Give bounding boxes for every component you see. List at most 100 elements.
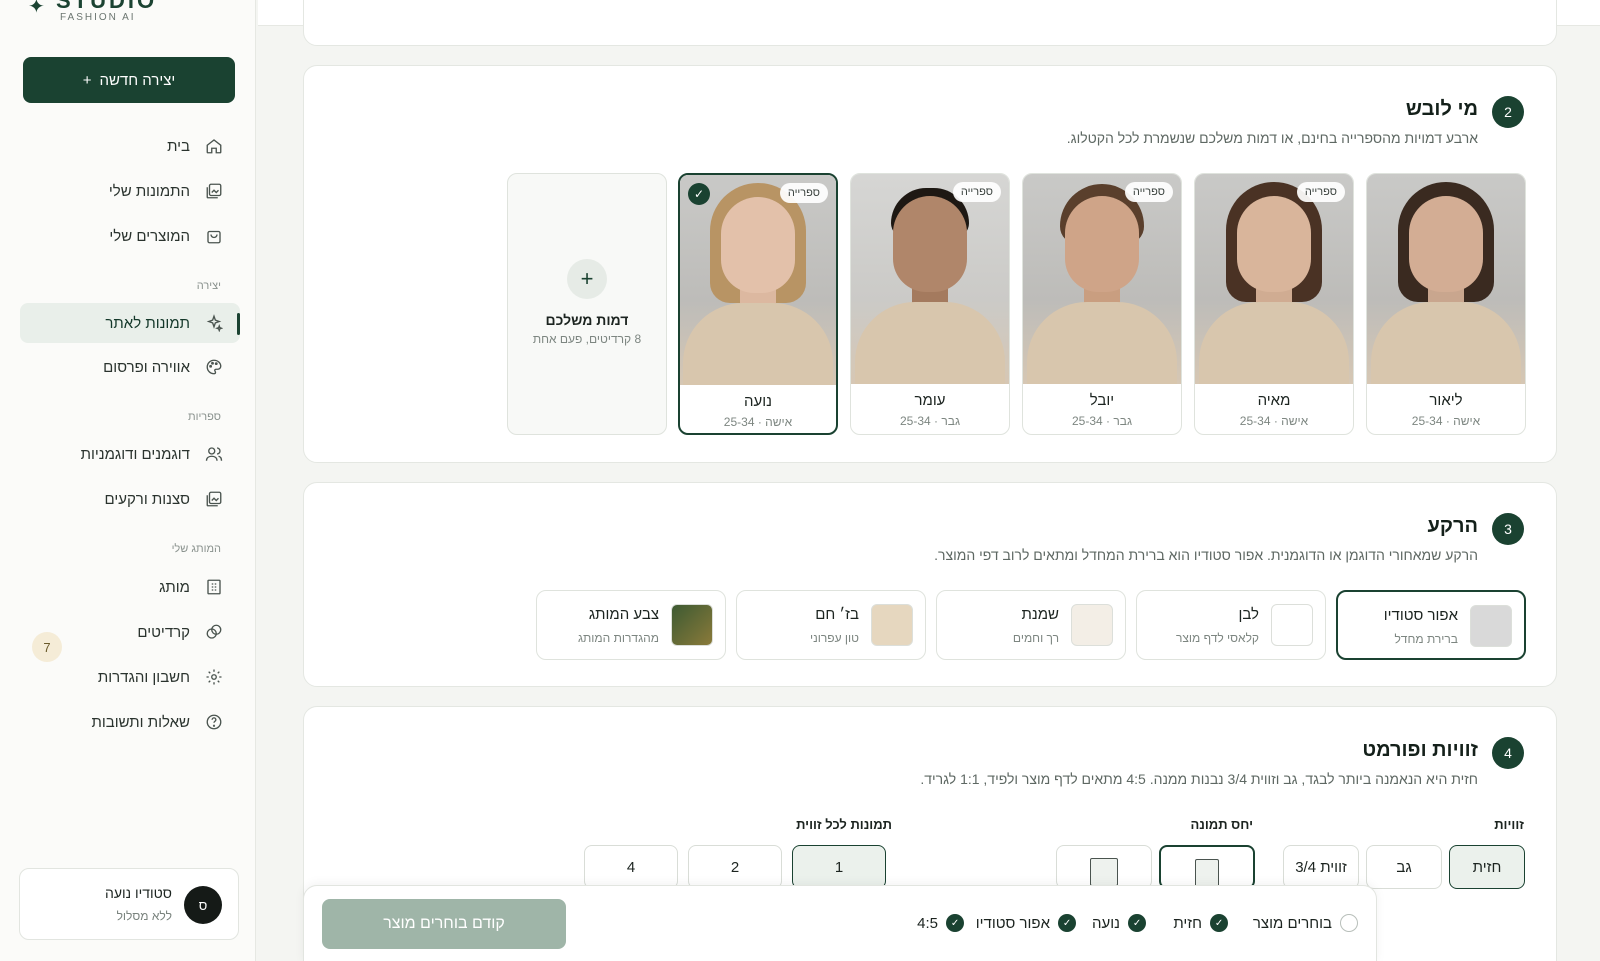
bg-option-cream[interactable]: שמנת רך וחמים <box>936 590 1126 660</box>
step-number: 4 <box>1492 737 1524 769</box>
angle-back-button[interactable]: גב <box>1366 845 1442 889</box>
check-icon: ✓ <box>946 914 964 932</box>
plus-icon: + <box>82 71 92 89</box>
section-create: יצירה <box>196 280 221 292</box>
face-shape <box>893 196 967 292</box>
ratio-4-5-button[interactable] <box>1159 845 1255 889</box>
model-name: מאיה <box>1257 392 1291 409</box>
step-number: 3 <box>1492 513 1524 545</box>
bg-name: שמנת <box>1021 606 1059 623</box>
plus-icon: + <box>567 259 607 299</box>
bg-option-studio-gray[interactable]: אפור סטודיו ברירת מחדל <box>1336 590 1526 660</box>
bg-sub: טון עפרוני <box>809 631 859 645</box>
face-shape <box>1409 196 1483 292</box>
create-new-label: יצירה חדשה <box>99 71 176 89</box>
model-tile-maya[interactable]: ספרייה מאיה אישה · 25-34 <box>1194 173 1354 435</box>
check-icon: ✓ <box>1058 914 1076 932</box>
count-4-button[interactable]: 4 <box>584 845 678 889</box>
sidebar-item-faq[interactable]: שאלות ותשובות <box>20 702 240 742</box>
scenes-icon <box>204 489 224 509</box>
chip-label: אפור סטודיו <box>975 914 1050 932</box>
bg-sub: ברירת מחדל <box>1394 632 1458 646</box>
summary-chip-ratio: ✓ 4:5 <box>917 914 964 932</box>
images-icon <box>204 181 224 201</box>
model-name: יובל <box>1089 392 1115 409</box>
bg-name: לבן <box>1238 606 1259 623</box>
library-tag: ספרייה <box>1124 182 1173 202</box>
library-tag: ספרייה <box>952 182 1001 202</box>
sidebar-item-models[interactable]: דוגמנים ודוגמניות <box>20 434 240 474</box>
selected-check-icon: ✓ <box>688 183 710 205</box>
angle-front-button[interactable]: חזית <box>1449 845 1525 889</box>
summary-chip-angle: ✓ חזית <box>1173 914 1228 932</box>
continue-button[interactable]: קודם בוחרים מוצר <box>322 899 566 949</box>
background-card: 3 הרקע הרקע שמאחורי הדוגמן או הדוגמנית. … <box>303 482 1557 687</box>
home-icon <box>204 136 224 156</box>
coins-icon <box>204 622 224 642</box>
brand-sub: FASHION AI <box>60 12 136 23</box>
angle-three-quarter-button[interactable]: זווית 3/4 <box>1283 845 1359 889</box>
section-description: חזית היא הנאמנה ביותר לבגד, גב וזווית 3/… <box>920 771 1478 787</box>
sidebar-item-site-images[interactable]: תמונות לאתר <box>20 303 240 343</box>
brand-logo[interactable]: ✦ STUDIO FASHION AI <box>28 0 154 32</box>
sidebar-item-my-images[interactable]: התמונות שלי <box>20 171 240 211</box>
step-card-stub <box>303 0 1557 46</box>
model-name: עומר <box>914 392 946 409</box>
create-new-button[interactable]: יצירה חדשה + <box>23 57 235 103</box>
sidebar-item-label: קרדיטים <box>137 623 190 641</box>
sidebar-item-ambiance[interactable]: אווירה ופרסום <box>20 347 240 387</box>
model-tile-noa[interactable]: ✓ ספרייה נועה אישה · 25-34 <box>678 173 838 435</box>
bg-option-white[interactable]: לבן קלאסי לדף מוצר <box>1136 590 1326 660</box>
sidebar: ✦ STUDIO FASHION AI יצירה חדשה + בית התמ… <box>0 0 256 961</box>
count-1-button[interactable]: 1 <box>792 845 886 889</box>
user-name: סטודיו נועה <box>105 885 172 901</box>
custom-model-tile[interactable]: + דמות משלכם 8 קרדיטים, פעם אחת <box>507 173 667 435</box>
sidebar-item-label: שאלות ותשובות <box>91 713 190 731</box>
bg-name: בז׳ חם <box>815 606 859 623</box>
sidebar-item-scenes[interactable]: סצנות ורקעים <box>20 479 240 519</box>
chip-label: חזית <box>1173 914 1202 932</box>
torso-shape <box>1199 302 1349 384</box>
count-2-button[interactable]: 2 <box>688 845 782 889</box>
swatch-warm-beige <box>871 604 913 646</box>
model-tile-yuval[interactable]: ספרייה יובל גבר · 25-34 <box>1022 173 1182 435</box>
users-icon <box>204 444 224 464</box>
section-title: מי לובש <box>1405 98 1478 120</box>
bg-sub: קלאסי לדף מוצר <box>1175 631 1259 645</box>
model-meta: גבר · 25-34 <box>899 414 961 428</box>
sidebar-item-account[interactable]: חשבון והגדרות <box>20 657 240 697</box>
custom-model-sub: 8 קרדיטים, פעם אחת <box>532 332 642 346</box>
sidebar-item-home[interactable]: בית <box>20 126 240 166</box>
swatch-brand-color <box>671 604 713 646</box>
unchecked-icon <box>1340 914 1358 932</box>
section-description: הרקע שמאחורי הדוגמן או הדוגמנית. אפור סט… <box>934 547 1478 563</box>
user-card[interactable]: ס סטודיו נועה ללא מסלול <box>19 868 239 940</box>
model-tile-lior[interactable]: ליאור אישה · 25-34 <box>1366 173 1526 435</box>
sidebar-item-credits[interactable]: קרדיטים <box>20 612 240 652</box>
library-tag: ספרייה <box>779 183 828 203</box>
torso-shape <box>683 303 833 385</box>
face-shape <box>1237 196 1311 292</box>
ratio-1-1-button[interactable] <box>1056 845 1152 889</box>
section-my-brand: המותג שלי <box>171 543 221 555</box>
chip-label: בוחרים מוצר <box>1252 914 1332 932</box>
library-tag: ספרייה <box>1296 182 1345 202</box>
model-tile-omer[interactable]: ספרייה עומר גבר · 25-34 <box>850 173 1010 435</box>
section-libraries: ספריות <box>187 411 221 423</box>
chip-label: נועה <box>1092 914 1120 932</box>
model-meta: גבר · 25-34 <box>1071 414 1133 428</box>
bg-name: אפור סטודיו <box>1383 607 1458 624</box>
sidebar-item-brand[interactable]: מותג <box>20 567 240 607</box>
model-photo <box>851 174 1009 384</box>
check-icon: ✓ <box>1128 914 1146 932</box>
face-shape <box>721 197 795 293</box>
bg-option-warm-beige[interactable]: בז׳ חם טון עפרוני <box>736 590 926 660</box>
chip-label: 4:5 <box>917 914 938 932</box>
bg-option-brand-color[interactable]: צבע המותג מהגדרות המותג <box>536 590 726 660</box>
model-photo <box>1023 174 1181 384</box>
ratio-square-icon <box>1090 858 1118 886</box>
help-circle-icon <box>204 712 224 732</box>
sidebar-item-my-products[interactable]: המוצרים שלי <box>20 216 240 256</box>
model-meta: אישה · 25-34 <box>1411 414 1481 428</box>
model-photo <box>1367 174 1525 384</box>
